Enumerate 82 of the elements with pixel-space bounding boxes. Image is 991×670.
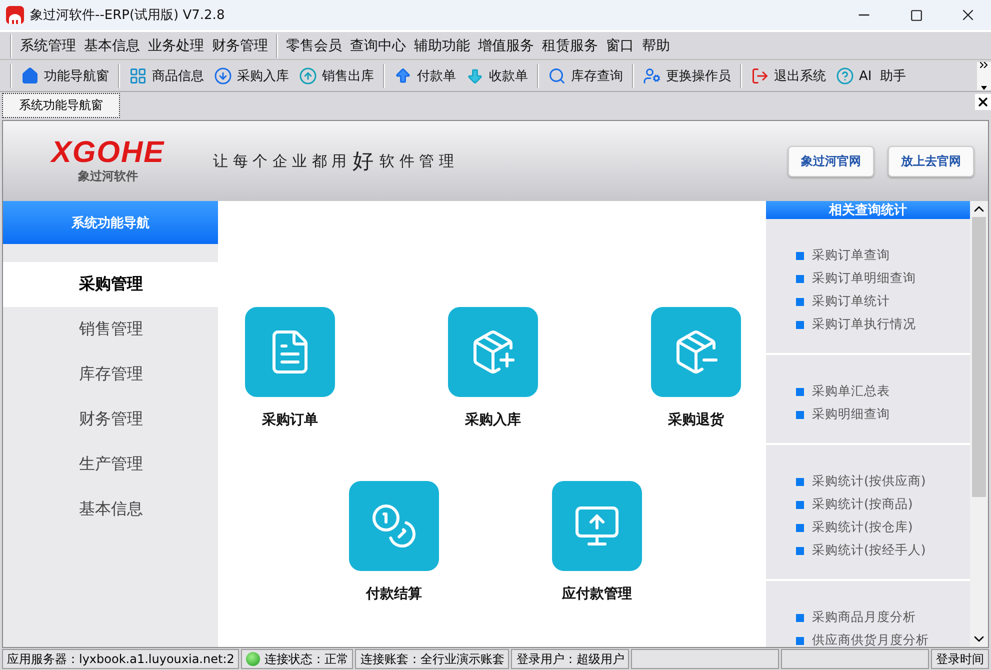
query-link[interactable]: 采购商品月度分析 [796, 609, 970, 626]
arrow-down-icon [466, 66, 484, 84]
search-icon [548, 66, 566, 84]
exit-icon [751, 66, 769, 84]
query-link[interactable]: 采购订单统计 [796, 293, 970, 310]
status-field: 应用服务器：lyxbook.a1.luyouxia.net:2 [2, 649, 240, 669]
nav-item[interactable]: 销售管理 [3, 307, 218, 352]
toolbar-button[interactable]: 库存查询 [543, 66, 628, 84]
window-title: 象过河软件--ERP(试用版) V7.2.8 [30, 7, 226, 24]
menu-item[interactable]: 基本信息 [80, 36, 144, 54]
user-gear-icon [643, 66, 661, 84]
tile-label: 付款结算 [366, 585, 422, 603]
toolbar-button[interactable]: 付款单 [389, 66, 461, 84]
app-icon [6, 6, 24, 24]
menu-item[interactable]: 财务管理 [208, 36, 272, 54]
menu-item[interactable]: 零售会员 [282, 36, 346, 54]
query-link[interactable]: 采购单汇总表 [796, 383, 970, 400]
menu-item[interactable]: 业务处理 [144, 36, 208, 54]
query-link[interactable]: 采购订单查询 [796, 247, 970, 264]
query-link[interactable]: 采购统计(按仓库) [796, 519, 970, 536]
double-chevron-icon[interactable] [980, 62, 988, 68]
arrow-up-icon [299, 66, 317, 84]
toolbar-button[interactable]: 商品信息 [124, 66, 209, 84]
query-link[interactable]: 采购统计(按商品) [796, 496, 970, 513]
dropdown-arrow-icon[interactable] [981, 86, 987, 90]
function-tile[interactable] [651, 307, 741, 397]
home-icon [21, 66, 39, 84]
menu-item[interactable]: 系统管理 [16, 36, 80, 54]
slogan: 让 每 个 企 业 都 用 好 软 件 管 理 [213, 148, 455, 175]
status-field: 登录用户：超级用户 [511, 649, 630, 669]
arrow-down-icon [214, 66, 232, 84]
menu-item[interactable]: 帮助 [638, 36, 674, 54]
close-icon[interactable] [975, 94, 991, 110]
nav-item[interactable]: 财务管理 [3, 397, 218, 442]
function-tile[interactable] [552, 481, 642, 571]
help-icon [836, 66, 854, 84]
logo-subtitle: 象过河软件 [78, 168, 138, 184]
arrow-up-icon [394, 66, 412, 84]
logo: XGOHE [51, 138, 165, 168]
status-field: 登录时间 [931, 649, 989, 669]
tile-label: 采购入库 [465, 411, 521, 429]
overflow-button[interactable] [977, 62, 991, 90]
maximize-icon[interactable] [910, 8, 922, 22]
status-text: 连接状态：正常 [264, 650, 348, 668]
website-button[interactable]: 放上去官网 [888, 146, 974, 176]
query-link[interactable]: 采购订单执行情况 [796, 316, 970, 333]
website-button[interactable]: 象过河官网 [788, 146, 874, 176]
nav-header: 系统功能导航 [3, 201, 218, 244]
toolbar-button[interactable]: 销售出库 [294, 66, 379, 84]
function-tile[interactable] [448, 307, 538, 397]
document-tab[interactable]: 系统功能导航窗 [2, 93, 120, 118]
toolbar-button[interactable]: 功能导航窗 [16, 66, 114, 84]
nav-item[interactable]: 基本信息 [3, 487, 218, 532]
toolbar-button[interactable]: 退出系统 [746, 66, 831, 84]
menu-item[interactable]: 辅助功能 [410, 36, 474, 54]
query-link[interactable]: 采购订单明细查询 [796, 270, 970, 287]
status-field: 连接账套：全行业演示账套 [355, 649, 510, 669]
query-link[interactable]: 采购统计(按供应商) [796, 473, 970, 490]
toolbar-button[interactable]: AI 助手 [831, 66, 911, 84]
tile-label: 应付款管理 [562, 585, 632, 603]
tile-label: 采购退货 [668, 411, 724, 429]
menu-item[interactable]: 增值服务 [474, 36, 538, 54]
query-link[interactable]: 采购统计(按经手人) [796, 542, 970, 559]
menu-item[interactable]: 查询中心 [346, 36, 410, 54]
nav-item[interactable]: 采购管理 [3, 262, 218, 307]
toolbar-button[interactable]: 更换操作员 [638, 66, 736, 84]
status-led-icon [246, 652, 260, 666]
scrollbar-thumb[interactable] [972, 217, 986, 497]
tile-label: 采购订单 [262, 411, 318, 429]
nav-item[interactable]: 生产管理 [3, 442, 218, 487]
toolbar-button[interactable]: 收款单 [461, 66, 533, 84]
query-link[interactable]: 供应商供货月度分析 [796, 632, 970, 647]
grid-icon [129, 66, 147, 84]
query-link[interactable]: 采购明细查询 [796, 406, 970, 423]
related-header: 相关查询统计 [766, 201, 970, 219]
nav-item[interactable]: 库存管理 [3, 352, 218, 397]
coins-icon [370, 502, 418, 550]
function-tile[interactable] [245, 307, 335, 397]
menu-item[interactable]: 租赁服务 [538, 36, 602, 54]
menu-item[interactable]: 窗口 [602, 36, 638, 54]
toolbar-button[interactable]: 采购入库 [209, 66, 294, 84]
function-tile[interactable] [349, 481, 439, 571]
